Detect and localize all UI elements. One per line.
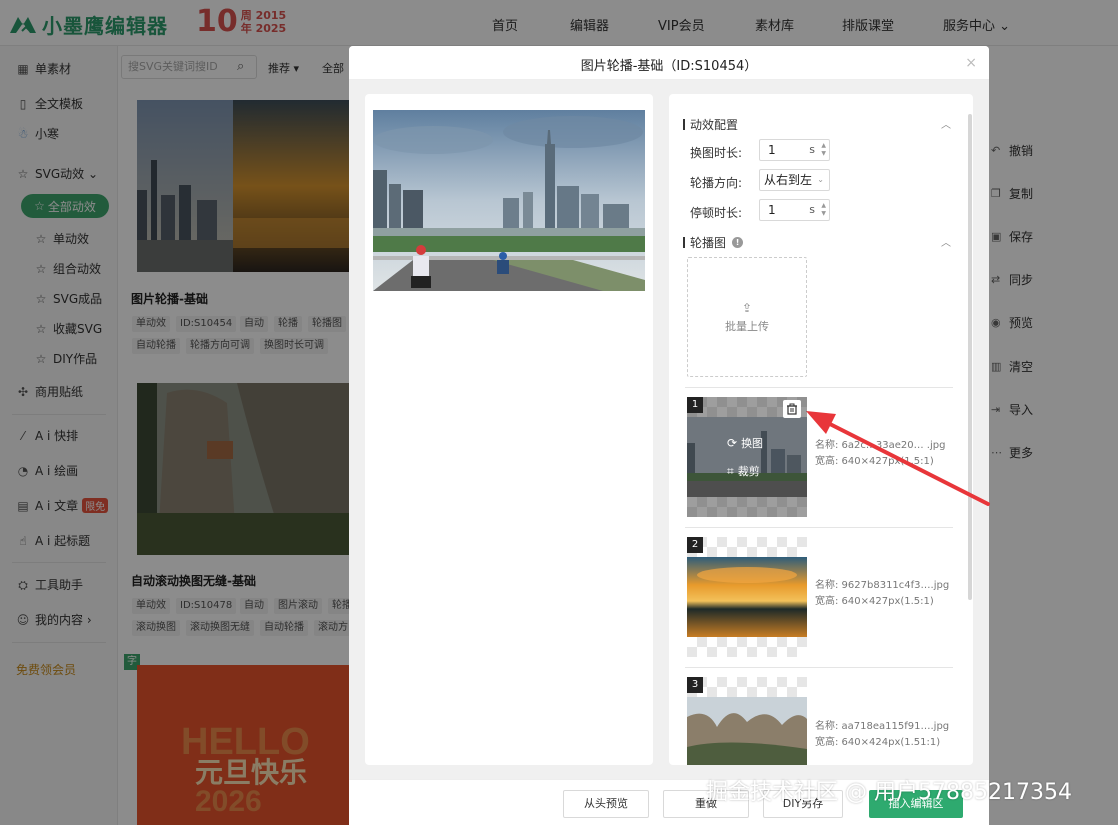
slide-item-2[interactable]: 2 xyxy=(687,537,807,657)
slide-cliff-image xyxy=(687,697,807,765)
button-label: 裁剪 xyxy=(737,465,760,478)
stepper-icon[interactable]: ▲ ▼ xyxy=(821,142,826,158)
config-panel: 动效配置 ︿ 换图时长: 1 s ▲ ▼ 轮播方向: 从右到左 ⌄ 停顿时长: 1 s ▲ ▼… xyxy=(669,94,973,765)
delete-slide-button[interactable] xyxy=(783,400,801,418)
slide-sunset-image xyxy=(687,557,807,637)
close-icon[interactable]: × xyxy=(965,55,977,71)
section-title: 动效配置 xyxy=(690,118,739,132)
chevron-up-icon[interactable]: ︿ xyxy=(941,234,951,249)
trash-icon xyxy=(787,403,797,415)
switch-duration-label: 换图时长: xyxy=(690,146,743,160)
watermark-text: 掘金技术社区 @ 用户57885217354 xyxy=(706,780,1072,805)
replay-preview-button[interactable]: 从头预览 xyxy=(563,790,649,818)
slide-item-1[interactable]: 1 ⟳ 换图 ⌗ 裁剪 xyxy=(687,397,807,517)
slide-meta-3: 名称: aa718ea115f91….jpg 宽高: 640×424px(1.5… xyxy=(815,719,949,751)
section-effect-config[interactable]: 动效配置 xyxy=(683,116,738,133)
section-marker xyxy=(683,237,685,248)
stepper-icon[interactable]: ▲ ▼ xyxy=(821,202,826,218)
slide-filename: 名称: 6a2c…33ae20… .jpg xyxy=(815,440,946,451)
carousel-config-modal: 图片轮播-基础（ID:S10454） × 动效配置 ︿ 换图时长: 1 s ▲ ▼ xyxy=(349,46,989,825)
refresh-icon: ⟳ xyxy=(727,436,738,450)
chevron-up-icon[interactable]: ︿ xyxy=(941,116,951,131)
slide-filename: 名称: aa718ea115f91….jpg xyxy=(815,721,950,732)
switch-duration-input[interactable]: 1 s ▲ ▼ xyxy=(759,139,830,161)
slide-item-3[interactable]: 3 xyxy=(687,677,807,765)
button-label: 换图 xyxy=(741,437,764,450)
slide-meta-1: 名称: 6a2c…33ae20… .jpg 宽高: 640×427px(1.5:… xyxy=(815,438,945,470)
direction-label: 轮播方向: xyxy=(690,176,743,190)
slide-dimensions: 宽高: 640×424px(1.51:1) xyxy=(815,737,941,748)
slide-dimensions: 宽高: 640×427px(1.5:1) xyxy=(815,456,934,467)
section-marker xyxy=(683,119,685,130)
input-value: 1 xyxy=(768,203,776,217)
upload-icon: ⇪ xyxy=(741,300,753,315)
divider xyxy=(685,387,953,388)
slide-number: 3 xyxy=(687,677,703,693)
slide-dimensions: 宽高: 640×427px(1.5:1) xyxy=(815,596,934,607)
chevron-down-icon: ⌄ xyxy=(817,175,824,184)
crop-image-button[interactable]: ⌗ 裁剪 xyxy=(727,463,760,479)
pause-duration-label: 停顿时长: xyxy=(690,206,743,220)
config-scrollbar[interactable] xyxy=(968,114,972,600)
slide-number: 1 xyxy=(687,397,703,413)
info-icon[interactable]: ! xyxy=(732,237,744,248)
divider xyxy=(685,527,953,528)
section-title: 轮播图 xyxy=(690,236,727,250)
slide-number: 2 xyxy=(687,537,703,553)
batch-upload-button[interactable]: ⇪ 批量上传 xyxy=(687,257,807,377)
slide-filename: 名称: 9627b8311c4f3….jpg xyxy=(815,580,950,591)
modal-header: 图片轮播-基础（ID:S10454） × xyxy=(349,46,989,80)
upload-label: 批量上传 xyxy=(725,319,769,333)
unit-label: s xyxy=(809,203,815,216)
slide-meta-2: 名称: 9627b8311c4f3….jpg 宽高: 640×427px(1.5… xyxy=(815,578,949,610)
select-value: 从右到左 xyxy=(764,173,813,187)
unit-label: s xyxy=(809,143,815,156)
replace-image-button[interactable]: ⟳ 换图 xyxy=(727,435,763,451)
input-value: 1 xyxy=(768,143,776,157)
pause-duration-input[interactable]: 1 s ▲ ▼ xyxy=(759,199,830,221)
preview-city-image xyxy=(373,110,645,291)
modal-title: 图片轮播-基础（ID:S10454） xyxy=(580,59,758,74)
crop-icon: ⌗ xyxy=(727,463,734,478)
direction-select[interactable]: 从右到左 ⌄ xyxy=(759,169,830,191)
section-carousel-images[interactable]: 轮播图! xyxy=(683,234,744,251)
divider xyxy=(685,667,953,668)
preview-panel xyxy=(365,94,653,765)
